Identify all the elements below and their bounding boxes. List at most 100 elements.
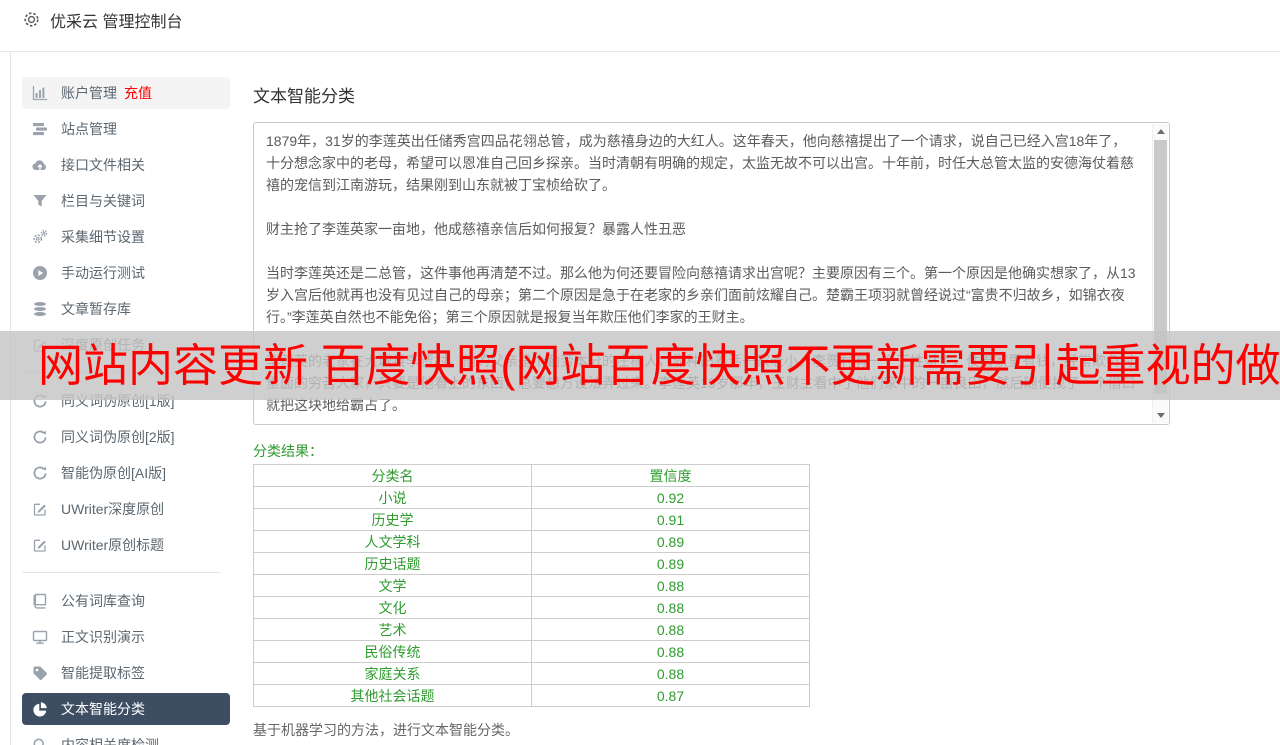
- edit-icon: [32, 337, 48, 353]
- sidebar-item-label: 同义词伪原创[1版]: [61, 393, 175, 409]
- sidebar-item-label: 账户管理: [61, 85, 117, 101]
- sidebar-item-label: 同义词伪原创[2版]: [61, 429, 175, 445]
- sidebar-item-label: 公有词库查询: [61, 593, 145, 609]
- confidence-cell: 0.88: [531, 618, 810, 641]
- search-icon: [32, 737, 48, 745]
- sidebar-item-public-lexicon[interactable]: 公有词库查询: [22, 585, 230, 617]
- gear-icon[interactable]: [22, 10, 41, 29]
- category-cell: 其他社会话题: [253, 684, 532, 707]
- filter-icon: [32, 193, 48, 209]
- sidebar-item-manual-run[interactable]: 手动运行测试: [22, 257, 230, 289]
- category-cell: 历史话题: [253, 552, 532, 575]
- scroll-down-button[interactable]: [1153, 408, 1168, 423]
- sidebar-item-label: 正文识别演示: [61, 629, 145, 645]
- page-title: 文本智能分类: [253, 87, 355, 106]
- gears-icon: [32, 229, 48, 245]
- sidebar-divider: [22, 572, 220, 573]
- confidence-cell: 0.92: [531, 486, 810, 509]
- refresh-icon: [32, 429, 48, 445]
- sidebar-item-sites[interactable]: 站点管理: [22, 113, 230, 145]
- category-cell: 历史学: [253, 508, 532, 531]
- app-title: 优采云 管理控制台: [50, 13, 183, 31]
- confidence-cell: 0.89: [531, 530, 810, 553]
- pie-chart-icon: [32, 701, 48, 717]
- sidebar-item-collect-settings[interactable]: 采集细节设置: [22, 221, 230, 253]
- triangle-up-icon: [1156, 129, 1165, 134]
- confidence-cell: 0.91: [531, 508, 810, 531]
- scroll-up-button[interactable]: [1153, 124, 1168, 139]
- scrollbar[interactable]: [1152, 124, 1168, 423]
- edit-icon: [32, 501, 48, 517]
- column-header-category: 分类名: [253, 464, 532, 487]
- confidence-cell: 0.88: [531, 640, 810, 663]
- scrollbar-thumb[interactable]: [1154, 140, 1167, 394]
- category-cell: 人文学科: [253, 530, 532, 553]
- sidebar-item-label: 深度原创任务: [61, 337, 145, 353]
- result-row: 小说 0.92: [253, 486, 810, 509]
- cloud-upload-icon: [32, 157, 48, 173]
- sidebar-item-label: 采集细节设置: [61, 229, 145, 245]
- refresh-icon: [32, 465, 48, 481]
- bar-chart-icon: [32, 85, 48, 101]
- sidebar-item-synonym-rewrite-1[interactable]: 同义词伪原创[1版]: [22, 385, 230, 417]
- result-row: 文学 0.88: [253, 574, 810, 597]
- category-cell: 文学: [253, 574, 532, 597]
- footer-note: 基于机器学习的方法，进行文本智能分类。: [253, 722, 519, 738]
- sidebar-item-interface-files[interactable]: 接口文件相关: [22, 149, 230, 181]
- sidebar-item-text-classification[interactable]: 文本智能分类: [22, 693, 230, 725]
- sidebar-item-columns-keywords[interactable]: 栏目与关键词: [22, 185, 230, 217]
- category-cell: 民俗传统: [253, 640, 532, 663]
- category-cell: 小说: [253, 486, 532, 509]
- sidebar-item-article-store[interactable]: 文章暂存库: [22, 293, 230, 325]
- document-text: 1879年，31岁的李莲英出任储秀宫四品花翎总管，成为慈禧身边的大红人。这年春天…: [266, 133, 1136, 413]
- main-content: 文本智能分类 1879年，31岁的李莲英出任储秀宫四品花翎总管，成为慈禧身边的大…: [238, 52, 1280, 745]
- result-row: 民俗传统 0.88: [253, 640, 810, 663]
- play-icon: [32, 265, 48, 281]
- sidebar-item-label: 智能伪原创[AI版]: [61, 465, 167, 481]
- category-cell: 家庭关系: [253, 662, 532, 685]
- confidence-cell: 0.87: [531, 684, 810, 707]
- recharge-badge[interactable]: 充值: [124, 83, 152, 103]
- refresh-icon: [32, 393, 48, 409]
- sidebar-item-tag-extraction[interactable]: 智能提取标签: [22, 657, 230, 689]
- category-cell: 文化: [253, 596, 532, 619]
- sidebar-item-content-recognition[interactable]: 正文识别演示: [22, 621, 230, 653]
- sidebar-item-synonym-rewrite-2[interactable]: 同义词伪原创[2版]: [22, 421, 230, 453]
- database-icon: [32, 301, 48, 317]
- sidebar-item-label: 站点管理: [61, 121, 117, 137]
- result-row: 人文学科 0.89: [253, 530, 810, 553]
- sidebar-item-account[interactable]: 账户管理 充值: [22, 77, 230, 109]
- sidebar-item-label: 内容相关度检测: [61, 737, 159, 745]
- sidebar-item-label: 文章暂存库: [61, 301, 131, 317]
- sidebar-item-uwriter-title[interactable]: UWriter原创标题: [22, 529, 230, 561]
- sidebar-item-label: UWriter原创标题: [61, 537, 165, 553]
- result-row: 文化 0.88: [253, 596, 810, 619]
- sidebar-item-deep-original-task[interactable]: 深度原创任务: [22, 329, 230, 361]
- sidebar-item-label: 智能提取标签: [61, 665, 145, 681]
- result-row: 其他社会话题 0.87: [253, 684, 810, 707]
- book-icon: [32, 593, 48, 609]
- app-header: 优采云 管理控制台: [0, 0, 1280, 52]
- server-icon: [32, 121, 48, 137]
- column-header-confidence: 置信度: [531, 464, 810, 487]
- confidence-cell: 0.88: [531, 596, 810, 619]
- confidence-cell: 0.88: [531, 574, 810, 597]
- sidebar-item-label: 接口文件相关: [61, 157, 145, 173]
- sidebar-item-uwriter-deep[interactable]: UWriter深度原创: [22, 493, 230, 525]
- confidence-cell: 0.89: [531, 552, 810, 575]
- edit-icon: [32, 537, 48, 553]
- sidebar: 账户管理 充值站点管理接口文件相关 栏目与关键词 采集细节设置 手动运行测试 文章暂存库深…: [10, 52, 238, 745]
- sidebar-item-label: 栏目与关键词: [61, 193, 145, 209]
- sidebar-item-label: 手动运行测试: [61, 265, 145, 281]
- tag-icon: [32, 665, 48, 681]
- category-cell: 艺术: [253, 618, 532, 641]
- sidebar-item-ai-rewrite[interactable]: 智能伪原创[AI版]: [22, 457, 230, 489]
- sidebar-item-relevance-detection[interactable]: 内容相关度检测: [22, 729, 230, 745]
- sidebar-item-label: 文本智能分类: [61, 701, 145, 717]
- result-row: 历史学 0.91: [253, 508, 810, 531]
- classification-text-input[interactable]: 1879年，31岁的李莲英出任储秀宫四品花翎总管，成为慈禧身边的大红人。这年春天…: [253, 122, 1170, 425]
- triangle-down-icon: [1156, 413, 1165, 418]
- result-row: 家庭关系 0.88: [253, 662, 810, 685]
- result-label: 分类结果：: [253, 443, 323, 459]
- classification-result-table: 分类名 置信度 小说 0.92 历史学 0.91 人文学科 0.89 历史话题 0.89 文学 0.8…: [253, 464, 810, 707]
